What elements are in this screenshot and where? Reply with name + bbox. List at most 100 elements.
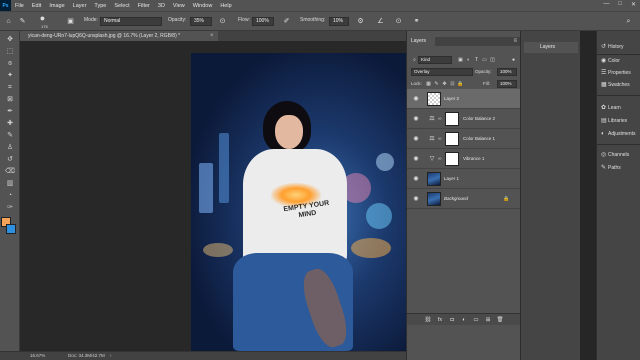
layer-row-vibrance-1[interactable]: ◉ ▽ ∞ Vibrance 1	[407, 149, 521, 169]
trash-icon[interactable]: 🗑	[497, 316, 504, 324]
panel-swatches[interactable]: ▦Swatches	[601, 81, 630, 90]
layer-name[interactable]: Vibrance 1	[463, 149, 484, 169]
fill-input[interactable]: 100%	[497, 80, 517, 88]
menu-filter[interactable]: Filter	[134, 3, 154, 9]
tab-layers[interactable]: Layers	[407, 37, 435, 46]
move-tool-icon[interactable]: ✥	[3, 35, 17, 44]
eraser-tool-icon[interactable]: ⌫	[3, 167, 17, 176]
eyedropper-tool-icon[interactable]: ✒	[3, 107, 17, 116]
status-menu-arrow-icon[interactable]: ›	[110, 352, 112, 360]
menu-type[interactable]: Type	[90, 3, 110, 9]
eye-icon[interactable]: ◉	[412, 195, 420, 203]
eye-icon[interactable]: ◉	[412, 95, 420, 103]
menu-image[interactable]: Image	[45, 3, 68, 9]
panel-properties[interactable]: ☰ Properties	[601, 69, 631, 78]
frame-tool-icon[interactable]: ⊠	[3, 95, 17, 104]
document-photo[interactable]: EMPTY YOUR MIND	[191, 53, 408, 351]
marquee-tool-icon[interactable]: ⬚	[3, 47, 17, 56]
tab-layers-collapsed[interactable]: Layers	[524, 42, 578, 53]
pressure-size-icon[interactable]: ⊙	[394, 17, 403, 26]
folder-icon[interactable]: ▭	[473, 316, 480, 324]
blend-mode-select[interactable]: Overlay	[411, 68, 473, 76]
panel-learn[interactable]: ✿ Learn	[601, 104, 621, 113]
eye-icon[interactable]: ◉	[412, 155, 420, 163]
airbrush-icon[interactable]: ✐	[282, 17, 291, 26]
panel-color[interactable]: ◉ Color	[601, 57, 620, 66]
quick-select-tool-icon[interactable]: ✦	[3, 71, 17, 80]
layer-name[interactable]: Layer 1	[444, 169, 459, 189]
layer-mask-thumbnail[interactable]	[445, 112, 459, 126]
filter-type-icon[interactable]: T	[473, 56, 480, 64]
maximize-icon[interactable]: □	[618, 1, 622, 8]
panel-paths[interactable]: ✎ Paths	[601, 164, 621, 173]
lock-position-icon[interactable]: ✥	[441, 80, 448, 88]
panel-adjustments[interactable]: ◐ Adjustments	[601, 130, 636, 139]
history-brush-tool-icon[interactable]: ↺	[3, 155, 17, 164]
minimize-icon[interactable]: —	[603, 1, 609, 8]
canvas-area[interactable]: EMPTY YOUR MIND	[20, 41, 408, 351]
chain-link-icon[interactable]: ∞	[438, 155, 444, 163]
layer-name[interactable]: Background	[444, 189, 468, 209]
menu-select[interactable]: Select	[110, 3, 133, 9]
layer-opacity-input[interactable]: 100%	[497, 68, 517, 76]
eye-icon[interactable]: ◉	[412, 135, 420, 143]
filter-pixel-icon[interactable]: ▣	[457, 56, 464, 64]
gear-icon[interactable]: ⚙	[356, 17, 365, 26]
opacity-input[interactable]: 35%	[190, 17, 212, 26]
layer-row-background[interactable]: ◉ Background 🔒	[407, 189, 521, 209]
search-icon[interactable]: ⌕	[624, 17, 633, 26]
filter-smart-object-icon[interactable]: ◫	[489, 56, 496, 64]
brush-preset-icon[interactable]: ●	[38, 14, 47, 23]
filter-search-icon[interactable]: ⌕	[411, 56, 418, 64]
flow-input[interactable]: 100%	[252, 17, 274, 26]
mode-select[interactable]: Normal	[100, 17, 162, 26]
layer-row-layer-1[interactable]: ◉ Layer 1	[407, 169, 521, 189]
chain-link-icon[interactable]: ∞	[438, 115, 444, 123]
eye-icon[interactable]: ◉	[412, 175, 420, 183]
eye-icon[interactable]: ◉	[412, 115, 420, 123]
menu-file[interactable]: File	[11, 3, 28, 9]
tab-close-icon[interactable]: ×	[210, 31, 214, 41]
healing-brush-tool-icon[interactable]: ✚	[3, 119, 17, 128]
mask-icon[interactable]: ◘	[449, 316, 456, 324]
menu-3d[interactable]: 3D	[154, 3, 169, 9]
filter-toggle-icon[interactable]: ●	[510, 56, 517, 64]
lock-artboard-icon[interactable]: ⊡	[449, 80, 456, 88]
menu-view[interactable]: View	[169, 3, 189, 9]
pressure-opacity-icon[interactable]: ⊙	[218, 17, 227, 26]
close-icon[interactable]: ✕	[631, 1, 636, 8]
layer-row-color-balance-1[interactable]: ◉ ⚖ ∞ Color Balance 1	[407, 129, 521, 149]
layer-mask-thumbnail[interactable]	[445, 132, 459, 146]
layer-name[interactable]: Color Balance 1	[463, 129, 495, 149]
menu-layer[interactable]: Layer	[69, 3, 91, 9]
angle-icon[interactable]: ∠	[376, 17, 385, 26]
menu-window[interactable]: Window	[189, 3, 217, 9]
crop-tool-icon[interactable]: ⌗	[3, 83, 17, 92]
lasso-tool-icon[interactable]: ɞ	[3, 59, 17, 68]
layer-name[interactable]: Color Balance 2	[463, 109, 495, 129]
document-tab[interactable]: yican-deng-URn7-lupQ6Q-unsplash.jpg @ 16…	[20, 31, 218, 41]
filter-adjustment-icon[interactable]: ◐	[465, 56, 472, 64]
layer-row-layer-2[interactable]: ◉ Layer 2	[407, 89, 521, 109]
adjustment-icon[interactable]: ◐	[461, 316, 468, 324]
lock-pixels-icon[interactable]: ✎	[433, 80, 440, 88]
link-icon[interactable]: ⛓	[425, 316, 432, 324]
clone-stamp-tool-icon[interactable]: ♙	[3, 143, 17, 152]
lock-transparent-icon[interactable]: ▦	[425, 80, 432, 88]
panel-libraries[interactable]: ▤Libraries	[601, 117, 627, 126]
layer-mask-thumbnail[interactable]	[445, 152, 459, 166]
home-icon[interactable]: ⌂	[4, 17, 13, 26]
panel-history[interactable]: ↺ History	[601, 43, 624, 52]
layer-name[interactable]: Layer 2	[444, 89, 459, 109]
lock-all-icon[interactable]: 🔒	[457, 80, 464, 88]
brush-tool-active-icon[interactable]: ✎	[3, 131, 17, 140]
layer-row-color-balance-2[interactable]: ◉ ⚖ ∞ Color Balance 2	[407, 109, 521, 129]
symmetry-icon[interactable]: ⚭	[412, 17, 421, 26]
smoothing-input[interactable]: 10%	[329, 17, 349, 26]
pen-tool-icon[interactable]: ✑	[3, 203, 17, 212]
menu-help[interactable]: Help	[216, 3, 235, 9]
kind-filter-select[interactable]: Kind	[418, 56, 452, 64]
dodge-tool-icon[interactable]: ◔	[3, 191, 17, 200]
panel-channels[interactable]: ◎ Channels	[601, 151, 629, 160]
menu-edit[interactable]: Edit	[28, 3, 45, 9]
